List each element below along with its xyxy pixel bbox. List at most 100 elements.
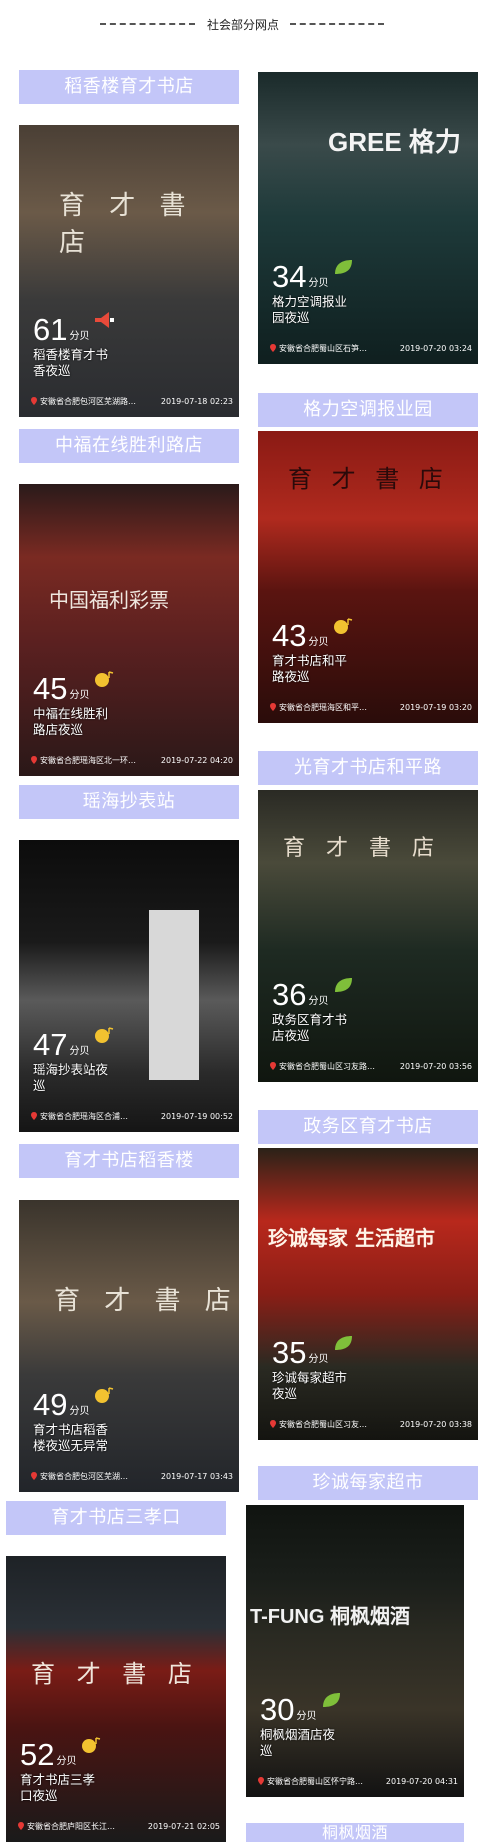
decibel-unit: 分贝 [308, 278, 329, 289]
leaf-icon [332, 976, 354, 994]
store-label[interactable]: 瑶海抄表站 [19, 785, 239, 819]
moon-note-icon [93, 1026, 115, 1044]
store-sign-text: 珍诚每家 生活超市 [268, 1226, 435, 1250]
location-pin-icon [31, 756, 37, 764]
decibel-unit: 分贝 [69, 331, 90, 342]
decibel-score: 52 [20, 1737, 55, 1772]
moon-note-icon [93, 1386, 115, 1404]
timestamp: 2019-07-20 03:24 [399, 343, 472, 353]
location-row: 安徽省合肥包河区芜湖路… 2019-07-18 02:23 [31, 394, 233, 408]
store-sign-text: 育 才 書 店 [54, 1286, 239, 1316]
moon-note-icon [332, 617, 354, 635]
decibel-score: 45 [33, 671, 68, 706]
decibel-unit: 分贝 [69, 1046, 90, 1057]
location-pin-icon [270, 703, 276, 711]
header-divider-left [100, 23, 195, 25]
location-pin-icon [258, 1777, 264, 1785]
timestamp: 2019-07-19 03:20 [399, 702, 472, 712]
location-pin-icon [31, 1112, 37, 1120]
store-label[interactable]: 珍诚每家超市 [258, 1466, 478, 1500]
location-pin-icon [18, 1822, 24, 1830]
leaf-icon [332, 258, 354, 276]
location-row: 安徽省合肥庐阳区长江… 2019-07-21 02:05 [18, 1819, 220, 1833]
store-label[interactable]: 中福在线胜利路店 [19, 429, 239, 463]
patrol-card[interactable]: 育 才 書 店 49 分贝 育才书店稻香楼夜巡无异常 安徽省合肥包河区芜湖… 2… [19, 1200, 239, 1492]
patrol-description: 中福在线胜利路店夜巡 [33, 706, 109, 737]
patrol-card[interactable]: GREE 格力 34 分贝 格力空调报业园夜巡 安徽省合肥蜀山区石笋… 2019… [258, 72, 478, 364]
patrol-description: 政务区育才书店夜巡 [272, 1012, 348, 1043]
decibel-unit: 分贝 [69, 690, 90, 701]
decibel-score: 49 [33, 1387, 68, 1422]
location-row: 安徽省合肥蜀山区石笋… 2019-07-20 03:24 [270, 341, 472, 355]
store-label[interactable]: 育才书店稻香楼 [19, 1144, 239, 1178]
patrol-card[interactable]: 育 才 書 店 52 分贝 育才书店三孝口夜巡 安徽省合肥庐阳区长江… 2019… [6, 1556, 226, 1842]
patrol-card[interactable]: T-FUNG 桐枫烟酒 30 分贝 桐枫烟酒店夜巡 安徽省合肥蜀山区怀宁路… 2… [246, 1505, 464, 1797]
timestamp: 2019-07-21 02:05 [147, 1821, 220, 1831]
store-label[interactable]: 格力空调报业园 [258, 393, 478, 427]
patrol-card[interactable]: 47 分贝 瑶海抄表站夜巡 安徽省合肥瑶海区合浦… 2019-07-19 00:… [19, 840, 239, 1132]
store-sign-text: T-FUNG 桐枫烟酒 [250, 1606, 410, 1628]
address-text: 安徽省合肥蜀山区习友路… [279, 1061, 375, 1071]
store-sign-text: 中国福利彩票 [49, 588, 169, 612]
decibel-score: 34 [272, 259, 307, 294]
location-row: 安徽省合肥瑶海区和平… 2019-07-19 03:20 [270, 700, 472, 714]
patrol-description: 育才书店和平路夜巡 [272, 653, 348, 684]
patrol-card[interactable]: 育 才 書 店 36 分贝 政务区育才书店夜巡 安徽省合肥蜀山区习友路… 201… [258, 790, 478, 1082]
address-text: 安徽省合肥包河区芜湖… [40, 1471, 128, 1481]
store-label[interactable]: 光育才书店和平路 [258, 751, 478, 785]
location-row: 安徽省合肥蜀山区习友路… 2019-07-20 03:56 [270, 1059, 472, 1073]
decibel-unit: 分贝 [56, 1756, 77, 1767]
patrol-description: 瑶海抄表站夜巡 [33, 1062, 109, 1093]
patrol-card[interactable]: 中国福利彩票 45 分贝 中福在线胜利路店夜巡 安徽省合肥瑶海区北一环… 201… [19, 484, 239, 776]
section-title: 社会部分网点 [206, 18, 279, 32]
header-divider-right [290, 23, 384, 25]
store-label[interactable]: 桐枫烟酒 [246, 1823, 464, 1842]
patrol-description: 稻香楼育才书香夜巡 [33, 347, 109, 378]
decibel-score: 36 [272, 977, 307, 1012]
patrol-description: 育才书店稻香楼夜巡无异常 [33, 1422, 109, 1453]
store-sign-text: 育 才 書 店 [283, 836, 441, 861]
store-sign-text: 育 才 書 店 [31, 1660, 199, 1688]
address-text: 安徽省合肥瑶海区北一环… [40, 755, 136, 765]
moon-note-icon [93, 670, 115, 688]
patrol-card[interactable]: 育 才 書 店 43 分贝 育才书店和平路夜巡 安徽省合肥瑶海区和平… 2019… [258, 431, 478, 723]
store-label[interactable]: 政务区育才书店 [258, 1110, 478, 1144]
decibel-score: 35 [272, 1335, 307, 1370]
decibel-unit: 分贝 [308, 996, 329, 1007]
location-row: 安徽省合肥蜀山区习友… 2019-07-20 03:38 [270, 1417, 472, 1431]
decibel-score: 61 [33, 312, 68, 347]
timestamp: 2019-07-20 03:56 [399, 1061, 472, 1071]
patrol-description: 桐枫烟酒店夜巡 [260, 1727, 336, 1758]
decibel-unit: 分贝 [69, 1406, 90, 1417]
patrol-card[interactable]: 珍诚每家 生活超市 35 分贝 珍诚每家超市夜巡 安徽省合肥蜀山区习友… 201… [258, 1148, 478, 1440]
location-pin-icon [31, 397, 37, 405]
speaker-icon [93, 311, 115, 329]
store-label[interactable]: 稻香楼育才书店 [19, 70, 239, 104]
patrol-description: 珍诚每家超市夜巡 [272, 1370, 348, 1401]
timestamp: 2019-07-20 04:31 [385, 1776, 458, 1786]
address-text: 安徽省合肥蜀山区怀宁路… [267, 1776, 363, 1786]
store-label[interactable]: 育才书店三孝口 [6, 1501, 226, 1535]
address-text: 安徽省合肥瑶海区合浦… [40, 1111, 128, 1121]
address-text: 安徽省合肥包河区芜湖路… [40, 396, 136, 406]
patrol-description: 格力空调报业园夜巡 [272, 294, 348, 325]
store-sign-text: GREE 格力 [328, 127, 461, 157]
section-header: 社会部分网点 [0, 14, 480, 38]
moon-note-icon [80, 1736, 102, 1754]
timestamp: 2019-07-20 03:38 [399, 1419, 472, 1429]
location-row: 安徽省合肥瑶海区合浦… 2019-07-19 00:52 [31, 1109, 233, 1123]
address-text: 安徽省合肥蜀山区习友… [279, 1419, 367, 1429]
location-row: 安徽省合肥蜀山区怀宁路… 2019-07-20 04:31 [258, 1774, 458, 1788]
timestamp: 2019-07-18 02:23 [160, 396, 233, 406]
address-text: 安徽省合肥瑶海区和平… [279, 702, 367, 712]
decibel-score: 47 [33, 1027, 68, 1062]
address-text: 安徽省合肥庐阳区长江… [27, 1821, 115, 1831]
patrol-card[interactable]: 育 才 書 店 61 分贝 稻香楼育才书香夜巡 安徽省合肥包河区芜湖路… 201… [19, 125, 239, 417]
leaf-icon [320, 1691, 342, 1709]
location-pin-icon [31, 1472, 37, 1480]
store-sign-text: 育 才 書 店 [288, 465, 449, 493]
leaf-icon [332, 1334, 354, 1352]
timestamp: 2019-07-19 00:52 [160, 1111, 233, 1121]
decibel-unit: 分贝 [296, 1711, 317, 1722]
location-row: 安徽省合肥瑶海区北一环… 2019-07-22 04:20 [31, 753, 233, 767]
